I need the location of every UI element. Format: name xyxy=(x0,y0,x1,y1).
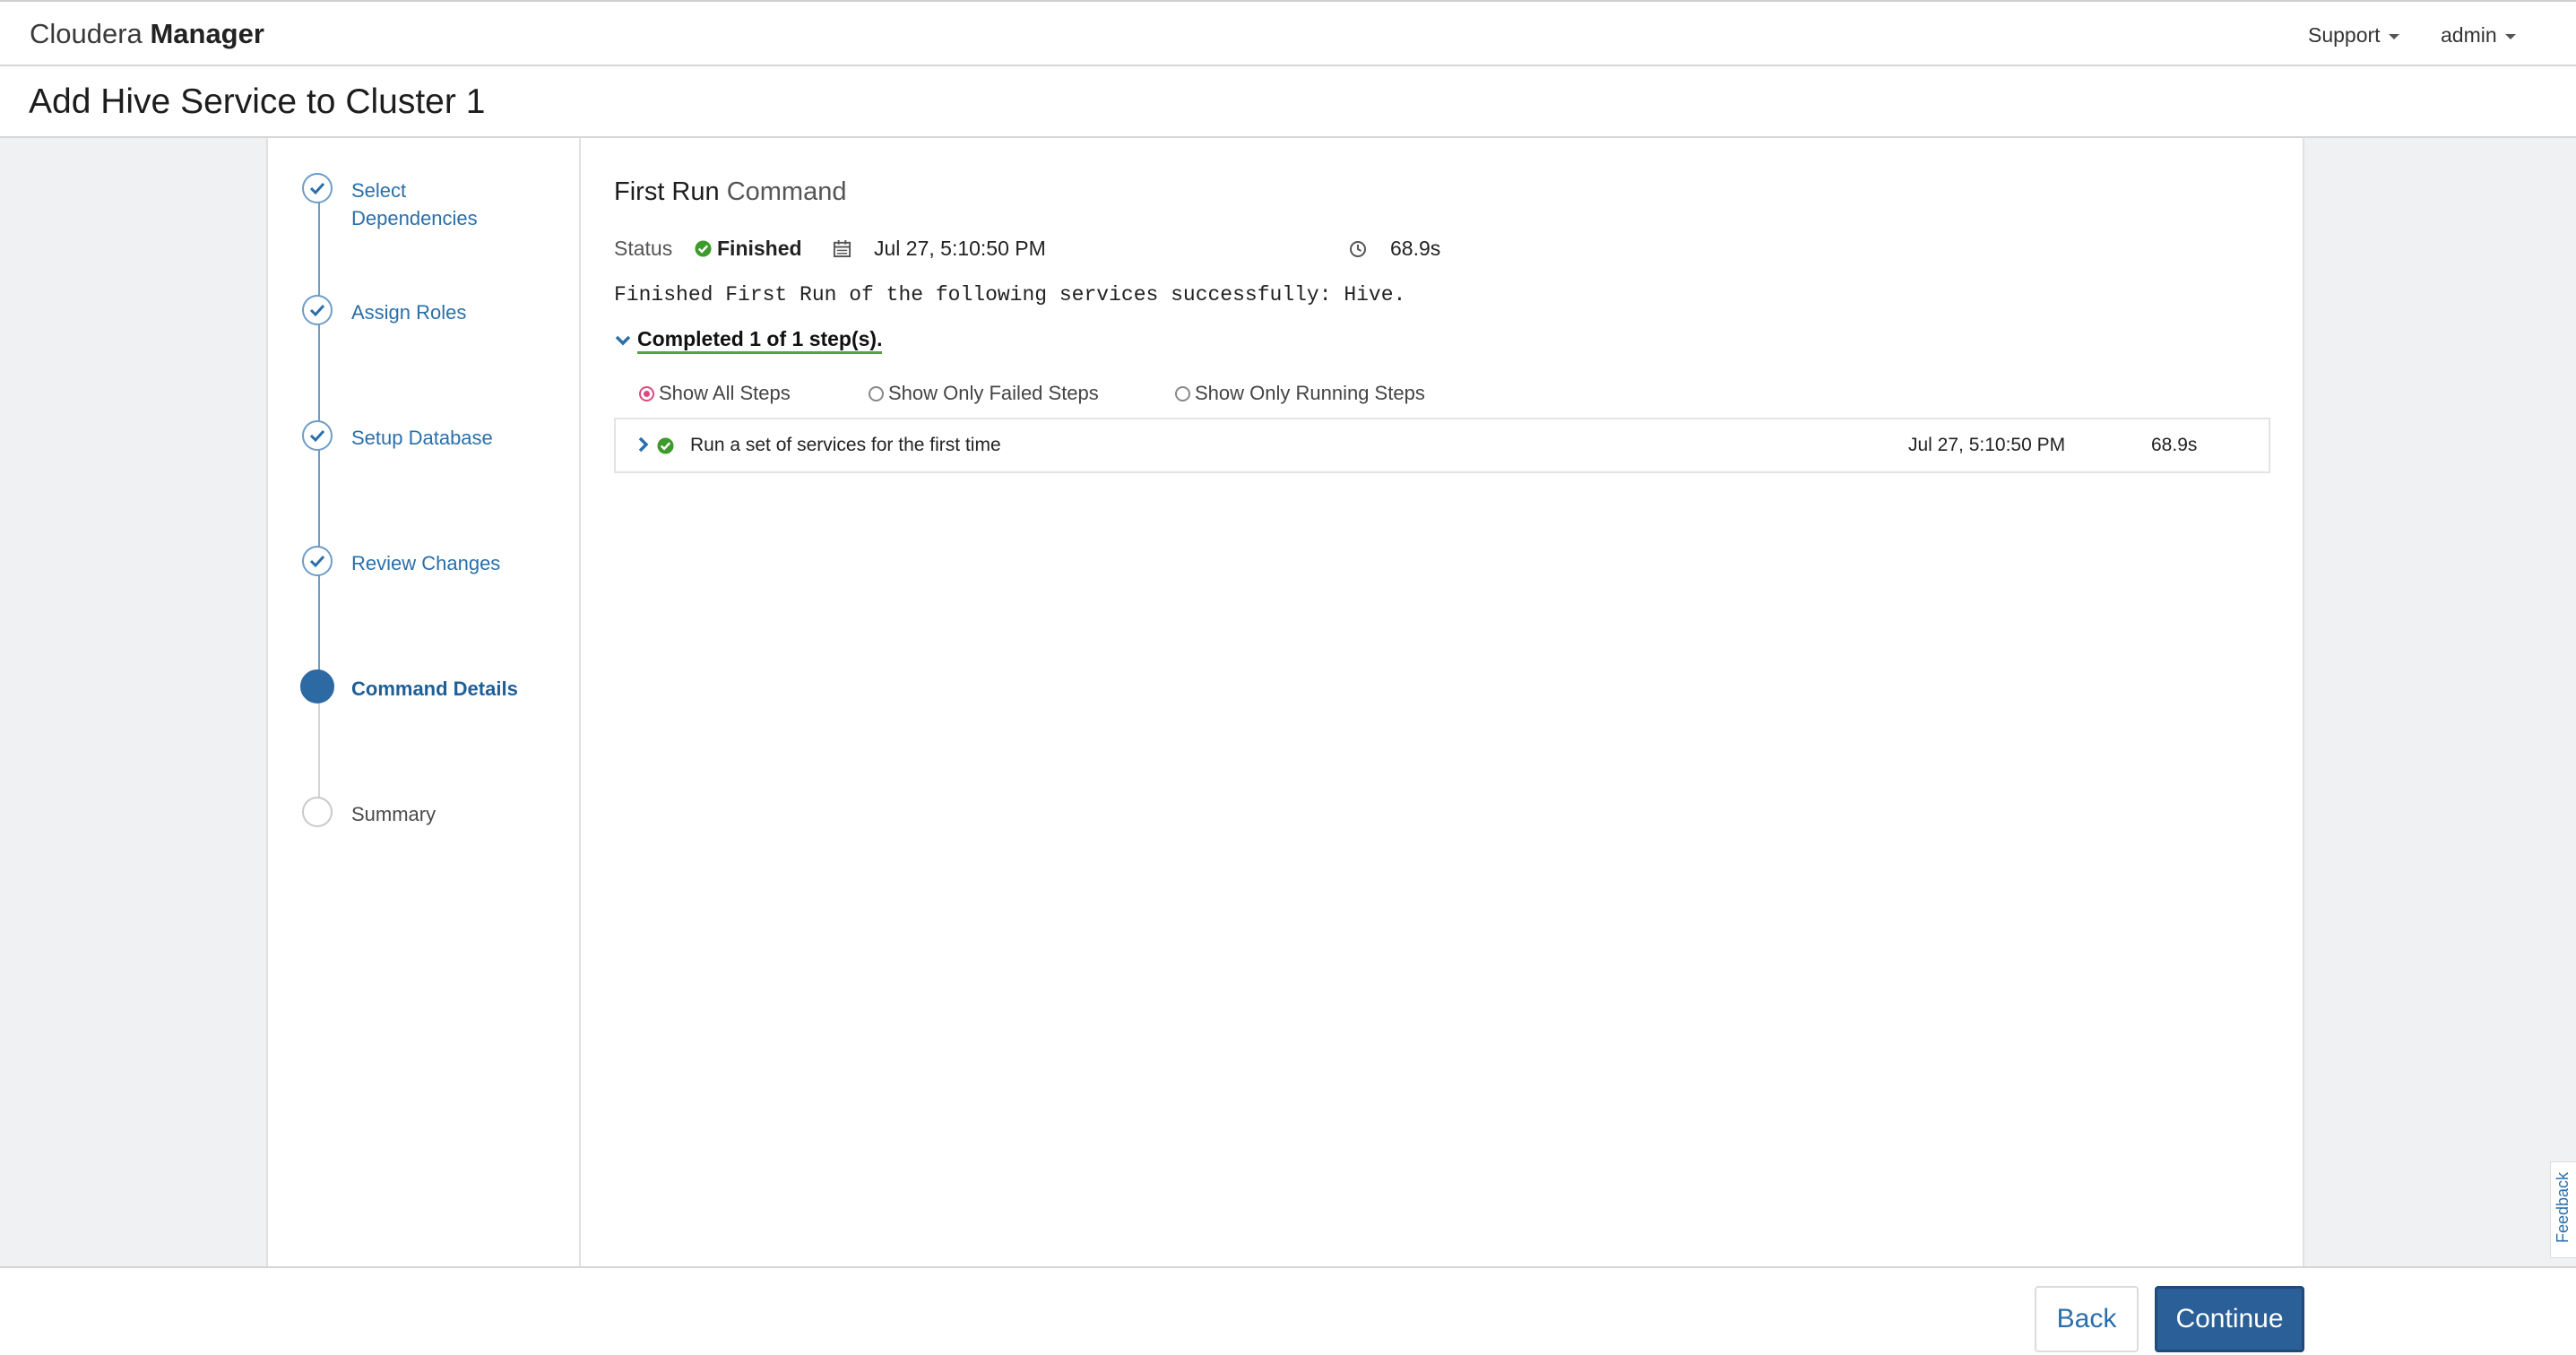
caret-down-icon xyxy=(2504,33,2516,39)
success-check-icon xyxy=(695,237,712,261)
chevron-down-icon xyxy=(614,328,632,352)
status-label: Status xyxy=(614,237,673,260)
filter-running-steps-radio[interactable]: Show Only Running Steps xyxy=(1175,382,1425,405)
brand-bold-text: Manager xyxy=(150,18,264,49)
status-value: Finished xyxy=(717,237,802,260)
step-duration: 68.9s xyxy=(2151,435,2198,455)
user-menu[interactable]: admin xyxy=(2441,23,2516,47)
calendar-icon xyxy=(833,237,851,261)
step-label[interactable]: Review Changes xyxy=(351,549,531,577)
check-icon xyxy=(302,420,333,451)
step-label[interactable]: Command Details xyxy=(351,675,531,703)
continue-button[interactable]: Continue xyxy=(2155,1286,2304,1352)
pending-step-circle-icon xyxy=(302,797,333,827)
caret-down-icon xyxy=(2388,33,2399,39)
radio-unselected-icon xyxy=(1175,386,1190,401)
stepper-line-pending xyxy=(318,689,320,815)
filter-failed-steps-radio[interactable]: Show Only Failed Steps xyxy=(869,382,1099,405)
brand-logo[interactable]: Cloudera Manager xyxy=(30,18,264,50)
wizard-panel: Select Dependencies Assign Roles Setup D… xyxy=(266,138,2304,1268)
wizard-footer: Back Continue xyxy=(0,1266,2576,1355)
filter-all-label: Show All Steps xyxy=(659,382,791,404)
user-label: admin xyxy=(2441,23,2497,47)
command-date: Jul 27, 5:10:50 PM xyxy=(874,237,1046,260)
support-label: Support xyxy=(2308,23,2381,47)
step-name: Run a set of services for the first time xyxy=(690,435,1001,455)
steps-table: Run a set of services for the first time… xyxy=(614,418,2270,473)
command-title: First Run Command xyxy=(614,177,846,207)
radio-selected-icon xyxy=(639,386,654,401)
top-navbar: Cloudera Manager Support admin xyxy=(0,0,2576,66)
completed-steps-text: Completed 1 of 1 step(s). xyxy=(637,327,883,354)
wizard-stepper: Select Dependencies Assign Roles Setup D… xyxy=(268,138,581,1268)
active-step-dot-icon xyxy=(300,669,334,703)
step-label[interactable]: Assign Roles xyxy=(351,298,531,326)
clock-icon xyxy=(1349,237,1367,261)
title-bar: Add Hive Service to Cluster 1 xyxy=(0,66,2576,138)
command-result-message: Finished First Run of the following serv… xyxy=(614,283,1406,306)
step-date: Jul 27, 5:10:50 PM xyxy=(1908,435,2066,455)
brand-light-text: Cloudera xyxy=(30,18,143,49)
step-label[interactable]: Setup Database xyxy=(351,424,531,452)
support-menu[interactable]: Support xyxy=(2308,23,2399,47)
radio-unselected-icon xyxy=(869,386,884,401)
feedback-tab[interactable]: Feedback xyxy=(2550,1161,2576,1258)
filter-running-label: Show Only Running Steps xyxy=(1195,382,1425,404)
command-duration: 68.9s xyxy=(1390,237,1441,260)
feedback-label: Feedback xyxy=(2554,1171,2572,1243)
step-label: Summary xyxy=(351,803,437,825)
filter-failed-label: Show Only Failed Steps xyxy=(888,382,1099,404)
check-icon xyxy=(302,295,333,325)
command-title-light: Command xyxy=(726,177,847,206)
completed-steps-toggle[interactable]: Completed 1 of 1 step(s). xyxy=(614,327,883,354)
check-icon xyxy=(302,546,333,576)
check-icon xyxy=(302,173,333,203)
success-check-icon xyxy=(657,437,674,460)
expand-chevron-right-icon[interactable] xyxy=(637,436,650,459)
step-label[interactable]: Select Dependencies xyxy=(351,177,531,232)
filter-all-steps-radio[interactable]: Show All Steps xyxy=(639,382,791,405)
back-button[interactable]: Back xyxy=(2035,1286,2139,1352)
command-details-content: First Run Command Status Finished Jul 27… xyxy=(614,138,2272,1268)
page-title: Add Hive Service to Cluster 1 xyxy=(29,82,486,121)
command-title-main: First Run xyxy=(614,177,720,206)
